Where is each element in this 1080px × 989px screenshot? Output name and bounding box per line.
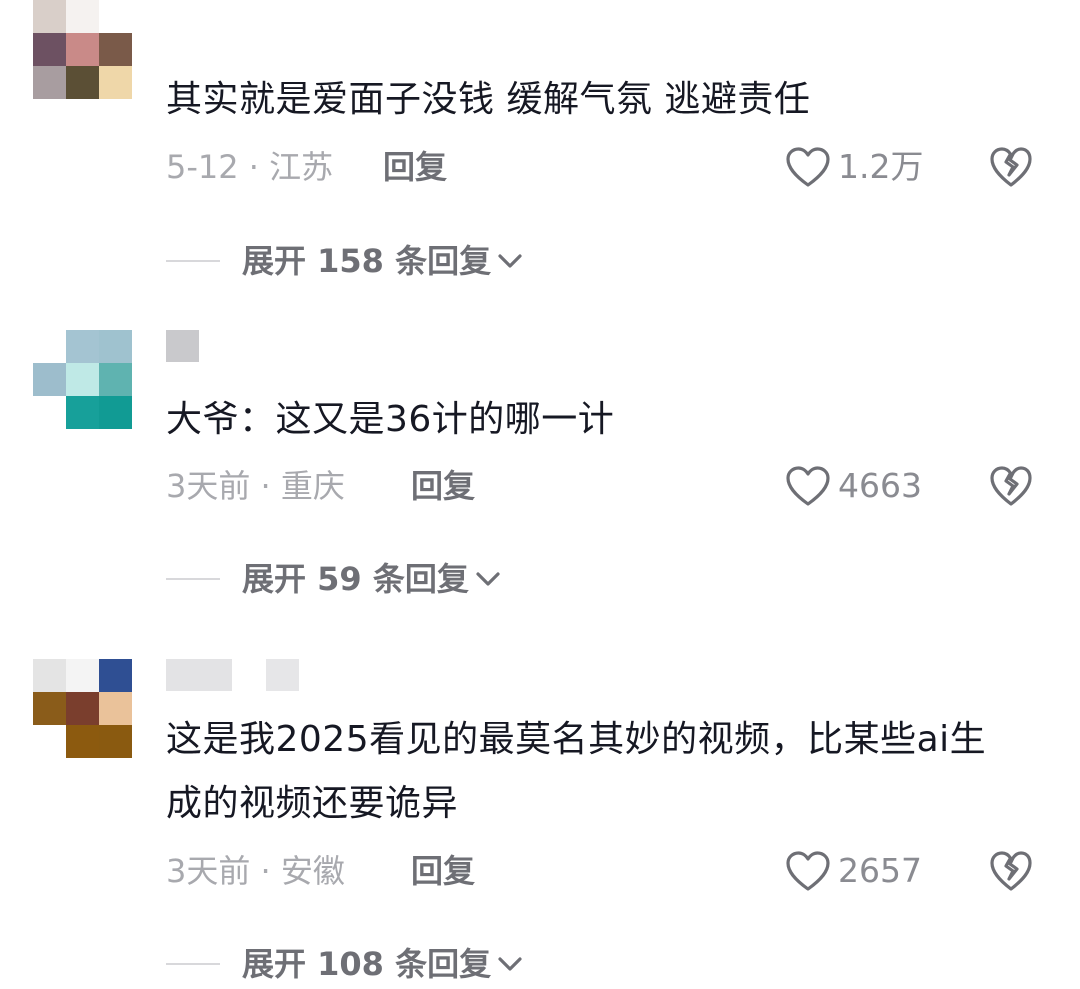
reply-button[interactable]: 回复 xyxy=(411,466,475,506)
expand-replies-label: 展开 158 条回复 xyxy=(242,242,492,280)
like-button[interactable]: 4663 xyxy=(784,464,922,508)
avatar[interactable] xyxy=(33,659,132,758)
comment-meta: 5-12 · 江苏 xyxy=(166,147,333,187)
avatar-pixel xyxy=(66,363,99,396)
comment-date: 3天前 xyxy=(166,852,251,890)
dislike-button[interactable] xyxy=(988,145,1034,193)
avatar-pixel xyxy=(66,330,99,363)
avatar-pixel xyxy=(33,396,66,429)
divider-line xyxy=(166,578,220,580)
username[interactable] xyxy=(166,659,299,691)
avatar-pixel xyxy=(99,363,132,396)
avatar-pixel xyxy=(66,659,99,692)
avatar-pixel xyxy=(66,396,99,429)
avatar-pixel xyxy=(99,0,132,33)
avatar-pixel xyxy=(99,330,132,363)
comment-location: 重庆 xyxy=(280,467,345,505)
like-count: 2657 xyxy=(838,851,922,890)
avatar-pixel xyxy=(33,66,66,99)
chevron-down-icon xyxy=(476,572,500,586)
username-block xyxy=(266,659,299,691)
chevron-down-icon xyxy=(498,957,522,971)
like-button[interactable]: 2657 xyxy=(784,849,922,893)
meta-separator: · xyxy=(250,467,281,505)
avatar-pixel xyxy=(66,0,99,33)
avatar-pixel xyxy=(33,330,66,363)
comment-location: 江苏 xyxy=(269,148,334,186)
avatar-pixel xyxy=(33,33,66,66)
heart-icon xyxy=(786,466,830,506)
username[interactable] xyxy=(166,330,199,362)
meta-separator: · xyxy=(238,148,270,186)
broken-heart-icon xyxy=(990,466,1032,506)
username-block xyxy=(166,330,199,362)
avatar[interactable] xyxy=(33,330,132,429)
expand-replies[interactable]: 展开 59 条回复 xyxy=(166,559,503,599)
comment-meta: 3天前 · 重庆 xyxy=(166,466,345,506)
avatar-pixel xyxy=(33,725,66,758)
comment-text: 其实就是爱面子没钱 缓解气氛 逃避责任 xyxy=(166,79,811,120)
chevron-down-icon xyxy=(498,254,522,268)
avatar-pixel xyxy=(33,659,66,692)
expand-replies-label: 展开 108 条回复 xyxy=(242,945,492,983)
avatar-pixel xyxy=(66,33,99,66)
avatar-pixel xyxy=(33,0,66,33)
heart-icon xyxy=(786,851,830,891)
avatar-pixel xyxy=(99,725,132,758)
reply-button[interactable]: 回复 xyxy=(383,147,447,187)
like-count: 1.2万 xyxy=(838,147,924,186)
like-button[interactable]: 1.2万 xyxy=(784,145,923,189)
like-count: 4663 xyxy=(838,466,922,505)
avatar-pixel xyxy=(99,33,132,66)
avatar-pixel xyxy=(99,659,132,692)
avatar-pixel xyxy=(99,66,132,99)
avatar-pixel xyxy=(99,692,132,725)
avatar-pixel xyxy=(99,396,132,429)
meta-separator: · xyxy=(250,852,281,890)
avatar-pixel xyxy=(66,725,99,758)
heart-icon xyxy=(786,147,830,187)
dislike-button[interactable] xyxy=(988,464,1034,512)
username-block xyxy=(166,659,232,691)
dislike-button[interactable] xyxy=(988,849,1034,897)
expand-replies[interactable]: 展开 158 条回复 xyxy=(166,241,525,281)
broken-heart-icon xyxy=(990,851,1032,891)
expand-replies[interactable]: 展开 108 条回复 xyxy=(166,944,525,984)
broken-heart-icon xyxy=(990,147,1032,187)
comment-location: 安徽 xyxy=(280,852,345,890)
avatar-pixel xyxy=(66,692,99,725)
avatar[interactable] xyxy=(33,0,132,99)
reply-button[interactable]: 回复 xyxy=(411,851,475,891)
comment-date: 5-12 xyxy=(166,148,239,186)
divider-line xyxy=(166,260,220,262)
avatar-pixel xyxy=(33,692,66,725)
comment-text: 这是我2025看见的最莫名其妙的视频，比某些ai生成的视频还要诡异 xyxy=(166,719,987,824)
comment-meta: 3天前 · 安徽 xyxy=(166,851,345,891)
comment-text: 大爷：这又是36计的哪一计 xyxy=(166,399,615,440)
divider-line xyxy=(166,963,220,965)
comment-date: 3天前 xyxy=(166,467,251,505)
avatar-pixel xyxy=(66,66,99,99)
expand-replies-label: 展开 59 条回复 xyxy=(242,560,469,598)
avatar-pixel xyxy=(33,363,66,396)
